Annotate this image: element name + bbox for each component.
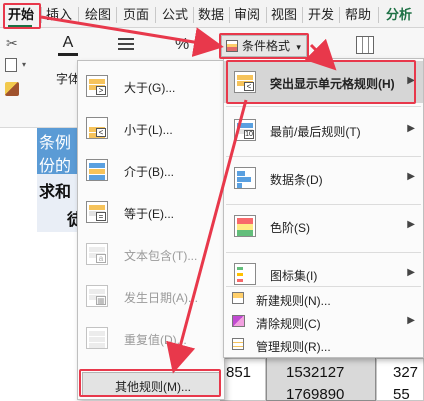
menu-item-new-rule[interactable]: 新建规则(N)... (224, 288, 423, 310)
text-contains-icon: a (86, 243, 108, 265)
submenu-arrow-icon: ▶ (407, 267, 415, 278)
menu-item-data-bars[interactable]: 数据条(D) ▶ (224, 159, 423, 201)
cell-value: 55 (393, 386, 410, 401)
date-occurring-icon: ▦ (86, 285, 108, 307)
ribbon-tab-bar: 开始 插入 绘图 页面 公式 数据 审阅 视图 开发 帮助 分析 (0, 0, 424, 28)
less-than-icon: < (86, 117, 108, 139)
tab-separator (193, 7, 194, 23)
tab-analyze[interactable]: 分析 (382, 5, 416, 25)
scissors-icon[interactable]: ✂ (6, 36, 20, 50)
annotation-box-more-rules (79, 369, 221, 397)
menu-item-label: 新建规则(N)... (256, 294, 331, 308)
tab-developer[interactable]: 开发 (305, 5, 337, 25)
duplicate-values-icon (86, 327, 108, 349)
cell-text: 份的 (39, 158, 72, 175)
tab-separator (378, 7, 379, 23)
cell-text: 求和 (39, 184, 72, 201)
menu-item-between[interactable]: 介于(B)... (78, 152, 224, 190)
tab-separator (41, 7, 42, 23)
submenu-arrow-icon: ▶ (407, 219, 415, 230)
tab-formulas[interactable]: 公式 (159, 5, 191, 25)
menu-separator (226, 204, 421, 205)
menu-item-top-bottom-rules[interactable]: 10 最前/最后规则(T) ▶ (224, 111, 423, 153)
copy-icon[interactable] (5, 58, 17, 72)
menu-item-date-occurring[interactable]: ▦ 发生日期(A)... (78, 278, 224, 316)
annotation-box-home-tab (3, 3, 41, 29)
submenu-arrow-icon: ▶ (407, 171, 415, 182)
between-icon (86, 159, 108, 181)
annotation-box-cf-button (219, 33, 309, 59)
menu-item-label: 数据条(D) (270, 173, 323, 187)
menu-item-label: 大于(G)... (124, 81, 176, 95)
cell-value: 1532127 (286, 364, 345, 381)
menu-item-text-contains[interactable]: a 文本包含(T)... (78, 236, 224, 274)
tab-help[interactable]: 帮助 (342, 5, 374, 25)
top-bottom-icon: 10 (234, 119, 256, 141)
greater-than-icon: > (86, 75, 108, 97)
data-bars-icon (234, 167, 256, 189)
cell-value: 1769890 (286, 386, 345, 401)
color-scales-icon (234, 215, 256, 237)
submenu-arrow-icon: ▶ (407, 315, 415, 326)
menu-item-manage-rules[interactable]: 管理规则(R)... (224, 334, 423, 356)
percent-icon[interactable]: % (175, 36, 189, 54)
tab-insert[interactable]: 插入 (44, 5, 74, 25)
submenu-arrow-icon: ▶ (407, 123, 415, 134)
manage-rules-icon (232, 338, 244, 350)
menu-item-label: 管理规则(R)... (256, 340, 331, 354)
tab-page-layout[interactable]: 页面 (119, 5, 153, 25)
equal-to-icon: = (86, 201, 108, 223)
menu-item-duplicate-values[interactable]: 重复值(D)... (78, 320, 224, 358)
menu-item-label: 色阶(S) (270, 221, 310, 235)
cells-icon[interactable] (356, 36, 374, 54)
align-center-icon[interactable] (118, 38, 134, 52)
menu-item-label: 介于(B)... (124, 165, 174, 179)
menu-item-equal-to[interactable]: = 等于(E)... (78, 194, 224, 232)
menu-item-label: 发生日期(A)... (124, 291, 198, 305)
menu-item-label: 图标集(I) (270, 269, 318, 283)
tab-separator (78, 7, 79, 23)
menu-item-label: 小于(L)... (124, 123, 173, 137)
tab-separator (266, 7, 267, 23)
cell-value: 327 (393, 364, 419, 381)
menu-item-clear-rules[interactable]: 清除规则(C) ▶ (224, 311, 423, 333)
menu-item-less-than[interactable]: < 小于(L)... (78, 110, 224, 148)
tab-separator (229, 7, 230, 23)
menu-separator (226, 156, 421, 157)
new-rule-icon (232, 292, 244, 304)
menu-item-label: 最前/最后规则(T) (270, 125, 361, 139)
tab-review[interactable]: 审阅 (232, 5, 262, 25)
tab-separator (302, 7, 303, 23)
tab-data[interactable]: 数据 (196, 5, 226, 25)
menu-separator (226, 286, 421, 287)
menu-item-greater-than[interactable]: > 大于(G)... (78, 68, 224, 106)
tab-separator (339, 7, 340, 23)
icon-sets-icon (234, 263, 256, 285)
tab-view[interactable]: 视图 (269, 5, 299, 25)
tab-separator (155, 7, 156, 23)
eraser-icon (232, 315, 245, 327)
annotation-box-highlight-rules (226, 60, 416, 104)
font-color-icon[interactable]: A (58, 34, 78, 56)
tab-draw[interactable]: 绘图 (83, 5, 113, 25)
menu-item-label: 重复值(D)... (124, 333, 187, 347)
menu-item-label: 文本包含(T)... (124, 249, 198, 263)
menu-item-color-scales[interactable]: 色阶(S) ▶ (224, 207, 423, 249)
cell-value: 851 (226, 364, 252, 381)
dropdown-caret-icon[interactable]: ▾ (22, 60, 26, 69)
menu-item-label: 等于(E)... (124, 207, 174, 221)
menu-separator (226, 252, 421, 253)
format-painter-icon[interactable] (5, 82, 19, 96)
tab-separator (116, 7, 117, 23)
menu-separator (226, 106, 421, 107)
highlight-cells-submenu: > 大于(G)... < 小于(L)... 介于(B)... = 等于(E)..… (77, 60, 225, 400)
menu-item-label: 清除规则(C) (256, 317, 321, 331)
